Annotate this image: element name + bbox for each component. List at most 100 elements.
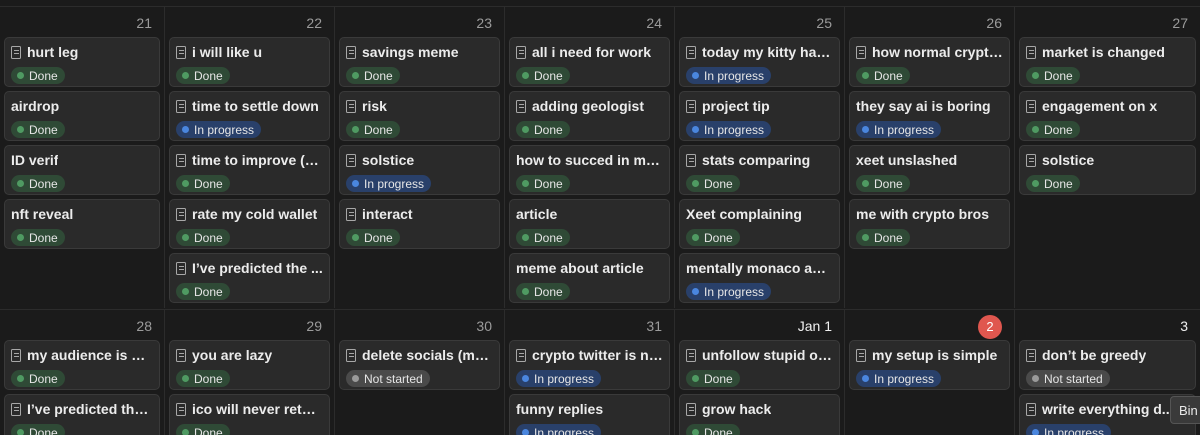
calendar-day[interactable]: 23 savings meme Done risk Done solstice In pro… xyxy=(335,7,505,308)
calendar-card[interactable]: I’ve predicted the ... Done xyxy=(169,253,330,303)
calendar-card[interactable]: today my kitty has ... In progress xyxy=(679,37,840,87)
calendar-card[interactable]: savings meme Done xyxy=(339,37,500,87)
calendar-card[interactable]: I’ve predicted the ... Done xyxy=(4,394,160,435)
card-title: Xeet complaining xyxy=(686,204,833,224)
calendar-card[interactable]: risk Done xyxy=(339,91,500,141)
calendar-card[interactable]: time to settle down In progress xyxy=(169,91,330,141)
status-dot-icon xyxy=(182,375,189,382)
calendar-card[interactable]: airdrop Done xyxy=(4,91,160,141)
calendar-card[interactable]: funny replies In progress xyxy=(509,394,670,435)
status-dot-icon xyxy=(692,429,699,435)
calendar-card[interactable]: time to improve (m... Done xyxy=(169,145,330,195)
card-title: ID verif xyxy=(11,150,153,170)
calendar-card[interactable]: me with crypto bros Done xyxy=(849,199,1010,249)
status-label: In progress xyxy=(704,122,765,137)
calendar-card[interactable]: interact Done xyxy=(339,199,500,249)
card-title-text: my audience is a m... xyxy=(27,347,153,363)
calendar-card[interactable]: delete socials (ma... Not started xyxy=(339,340,500,390)
card-title-text: time to settle down xyxy=(192,98,319,114)
status-dot-icon xyxy=(692,234,699,241)
status-dot-icon xyxy=(692,375,699,382)
card-title: solstice xyxy=(1026,150,1189,170)
status-badge: Done xyxy=(516,175,570,192)
status-label: Done xyxy=(534,284,563,299)
day-number-today: 2 xyxy=(849,310,1010,340)
calendar-week-1: 21 hurt leg Done airdrop Done ID verif Done nft… xyxy=(0,6,1200,308)
calendar-card[interactable]: ico will never return Done xyxy=(169,394,330,435)
card-title: today my kitty has ... xyxy=(686,42,833,62)
card-title: market is changed xyxy=(1026,42,1189,62)
card-title-text: ID verif xyxy=(11,152,59,168)
status-dot-icon xyxy=(352,180,359,187)
calendar-card[interactable]: project tip In progress xyxy=(679,91,840,141)
calendar-card[interactable]: solstice In progress xyxy=(339,145,500,195)
status-label: Done xyxy=(874,230,903,245)
page-icon xyxy=(686,99,696,113)
calendar-day[interactable]: 21 hurt leg Done airdrop Done ID verif Done nft… xyxy=(0,7,165,308)
calendar-card[interactable]: my audience is a m... Done xyxy=(4,340,160,390)
card-title-text: airdrop xyxy=(11,98,60,114)
status-badge: Done xyxy=(11,175,65,192)
status-badge: Done xyxy=(176,175,230,192)
calendar-day[interactable]: Jan 1 unfollow stupid ones Done grow hack Do… xyxy=(675,310,845,435)
calendar-card[interactable]: grow hack Done xyxy=(679,394,840,435)
card-title-text: interact xyxy=(362,206,413,222)
calendar-card[interactable]: rate my cold wallet Done xyxy=(169,199,330,249)
calendar-card[interactable]: ID verif Done xyxy=(4,145,160,195)
calendar-card[interactable]: how to succed in mar... Done xyxy=(509,145,670,195)
calendar-card[interactable]: meme about article Done xyxy=(509,253,670,303)
calendar-card[interactable]: nft reveal Done xyxy=(4,199,160,249)
page-icon xyxy=(686,45,696,59)
status-dot-icon xyxy=(1032,180,1039,187)
status-label: Done xyxy=(704,230,733,245)
page-icon xyxy=(1026,402,1036,416)
calendar-day[interactable]: 27 market is changed Done engagement on x Do… xyxy=(1015,7,1200,308)
card-title-text: you are lazy xyxy=(192,347,273,363)
page-icon xyxy=(686,348,696,362)
calendar-card[interactable]: Xeet complaining Done xyxy=(679,199,840,249)
calendar-card[interactable]: solstice Done xyxy=(1019,145,1196,195)
calendar-card[interactable]: unfollow stupid ones Done xyxy=(679,340,840,390)
status-dot-icon xyxy=(352,126,359,133)
status-badge: In progress xyxy=(1026,424,1112,435)
calendar-day[interactable]: 25 today my kitty has ... In progress proje… xyxy=(675,7,845,308)
card-title-text: funny replies xyxy=(516,401,604,417)
card-title-text: hurt leg xyxy=(27,44,79,60)
status-dot-icon xyxy=(522,288,529,295)
calendar-card[interactable]: adding geologist Done xyxy=(509,91,670,141)
calendar-card[interactable]: don’t be greedy Not started xyxy=(1019,340,1196,390)
calendar-card[interactable]: my setup is simple In progress xyxy=(849,340,1010,390)
calendar-day[interactable]: 29 you are lazy Done ico will never return D… xyxy=(165,310,335,435)
calendar-card[interactable]: crypto twitter is no... In progress xyxy=(509,340,670,390)
status-badge: Done xyxy=(686,424,740,435)
card-title: interact xyxy=(346,204,493,224)
calendar-card[interactable]: mentally monaco again In progress xyxy=(679,253,840,303)
calendar-day[interactable]: 30 delete socials (ma... Not started xyxy=(335,310,505,435)
page-icon xyxy=(176,348,186,362)
calendar-card[interactable]: xeet unslashed Done xyxy=(849,145,1010,195)
status-label: Done xyxy=(29,176,58,191)
card-title-text: adding geologist xyxy=(532,98,644,114)
calendar-card[interactable]: they say ai is boring In progress xyxy=(849,91,1010,141)
calendar-card[interactable]: market is changed Done xyxy=(1019,37,1196,87)
calendar-day[interactable]: 26 how normal crypto... Done they say ai is… xyxy=(845,7,1015,308)
status-dot-icon xyxy=(522,429,529,435)
calendar-card[interactable]: article Done xyxy=(509,199,670,249)
calendar-day[interactable]: 2 my setup is simple In progress xyxy=(845,310,1015,435)
calendar-day[interactable]: 24 all i need for work Done adding geologis… xyxy=(505,7,675,308)
calendar-card[interactable]: you are lazy Done xyxy=(169,340,330,390)
day-number-label: Jan 1 xyxy=(797,318,832,334)
calendar-day[interactable]: 28my audience is a m...DoneI’ve predicte… xyxy=(0,310,165,435)
card-title: risk xyxy=(346,96,493,116)
card-title: don’t be greedy xyxy=(1026,345,1189,365)
calendar-day[interactable]: 31 crypto twitter is no... In progress funn… xyxy=(505,310,675,435)
calendar-card[interactable]: engagement on x Done xyxy=(1019,91,1196,141)
day-number-label: 27 xyxy=(1172,15,1188,31)
calendar-card[interactable]: i will like u Done xyxy=(169,37,330,87)
calendar-card[interactable]: all i need for work Done xyxy=(509,37,670,87)
calendar-card[interactable]: stats comparing Done xyxy=(679,145,840,195)
calendar-card[interactable]: how normal crypto... Done xyxy=(849,37,1010,87)
calendar-card[interactable]: hurt leg Done xyxy=(4,37,160,87)
calendar-day[interactable]: 22 i will like u Done time to settle down In… xyxy=(165,7,335,308)
status-badge: Done xyxy=(856,175,910,192)
